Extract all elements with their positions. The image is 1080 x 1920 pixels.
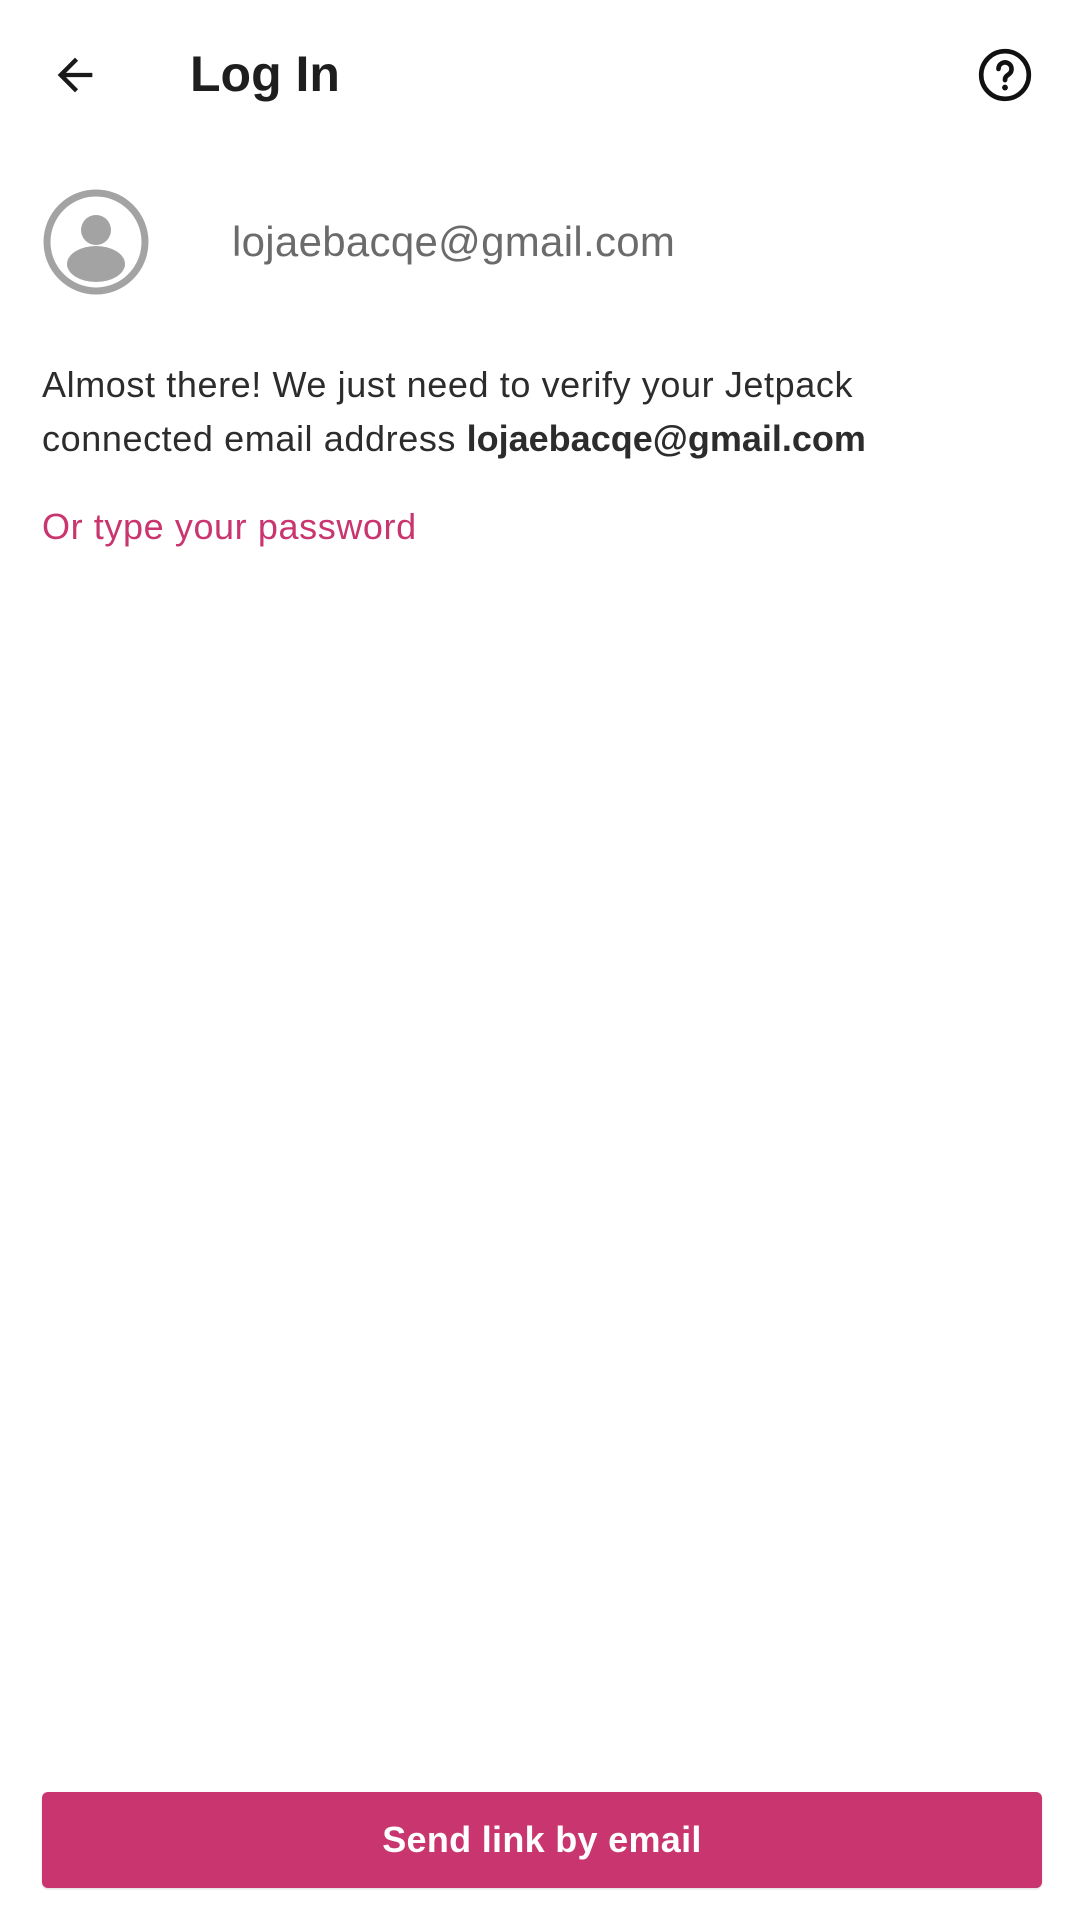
help-circle-icon xyxy=(978,48,1032,102)
verification-message: Almost there! We just need to verify you… xyxy=(42,358,1042,466)
back-button[interactable] xyxy=(30,30,120,120)
page-title: Log In xyxy=(190,46,340,102)
account-email: lojaebacqe@gmail.com xyxy=(232,218,676,265)
user-avatar-icon xyxy=(43,189,149,295)
send-link-button[interactable]: Send link by email xyxy=(42,1792,1042,1888)
message-email: lojaebacqe@gmail.com xyxy=(466,418,866,459)
account-row: lojaebacqe@gmail.com xyxy=(42,188,1042,296)
type-password-link[interactable]: Or type your password xyxy=(42,503,417,551)
message-line-1: Almost there! We just need to verify you… xyxy=(42,364,854,405)
help-button[interactable] xyxy=(958,28,1052,122)
top-app-bar: Log In xyxy=(0,0,1080,150)
arrow-left-icon xyxy=(57,57,93,93)
message-line-2-prefix: connected email address xyxy=(42,418,467,459)
login-screen: Log In lojaebacqe@gmail.com Almost there… xyxy=(0,0,1080,1920)
